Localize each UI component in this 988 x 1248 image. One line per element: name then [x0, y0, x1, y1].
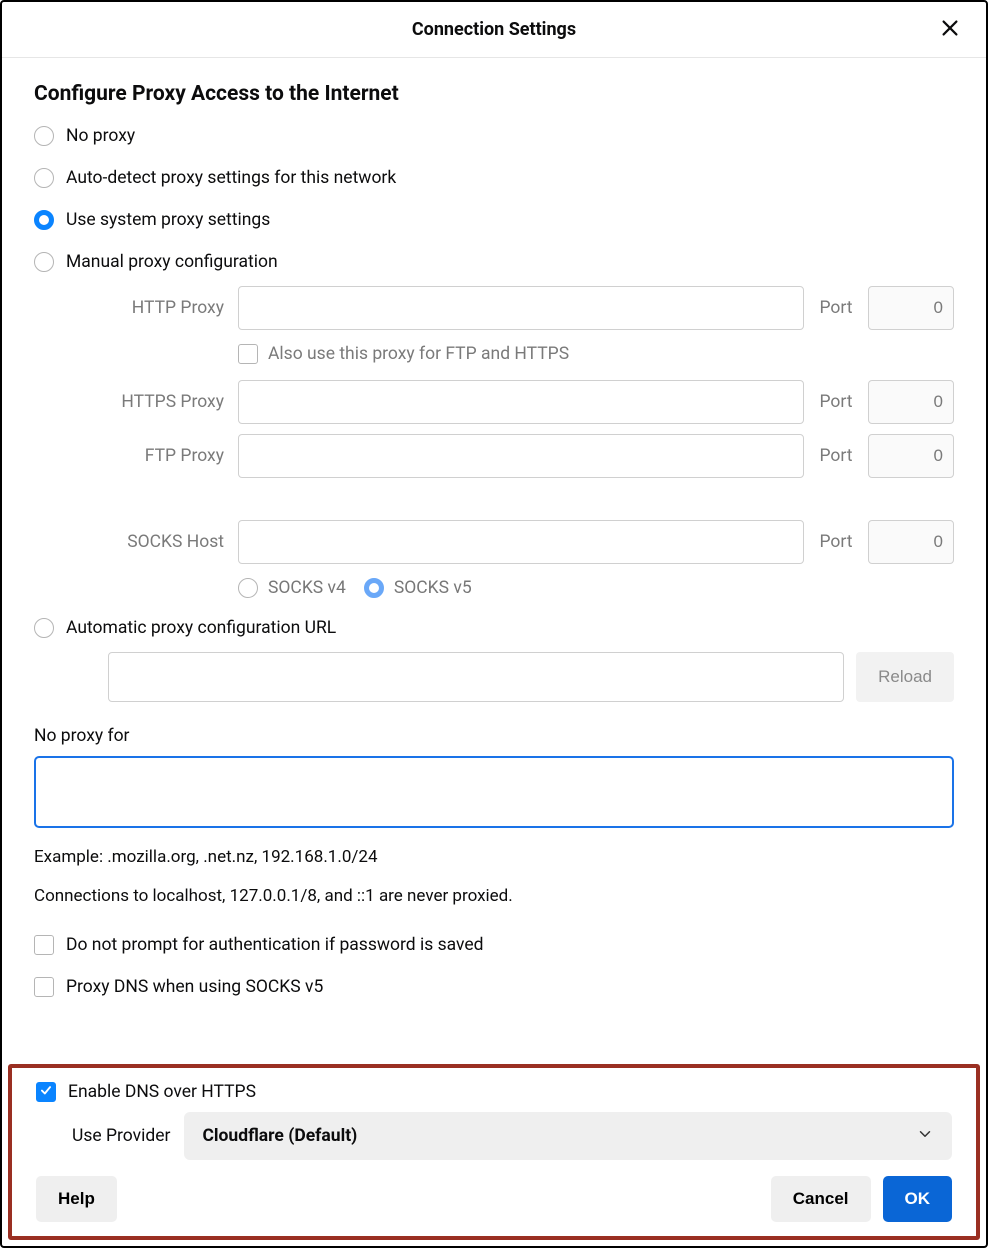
http-proxy-label: HTTP Proxy [70, 298, 230, 318]
auto-config-url-input[interactable] [108, 652, 844, 702]
https-port-label: Port [812, 392, 860, 412]
socks-port-label: Port [812, 532, 860, 552]
section-heading: Configure Proxy Access to the Internet [34, 82, 954, 106]
radio-no-proxy-row[interactable]: No proxy [34, 126, 954, 146]
proxy-dns-socks5-checkbox[interactable] [34, 977, 54, 997]
share-proxy-label: Also use this proxy for FTP and HTTPS [268, 344, 569, 364]
radio-socks-v4-label: SOCKS v4 [268, 578, 346, 598]
radio-socks-v5-label: SOCKS v5 [394, 578, 472, 598]
radio-auto-url[interactable] [34, 618, 54, 638]
auto-config-url-row: Reload [108, 652, 954, 702]
ftp-port-label: Port [812, 446, 860, 466]
help-button[interactable]: Help [36, 1176, 117, 1222]
radio-socks-v5-row[interactable]: SOCKS v5 [364, 578, 472, 598]
radio-manual[interactable] [34, 252, 54, 272]
highlighted-footer: Enable DNS over HTTPS Use Provider Cloud… [8, 1064, 980, 1240]
doh-provider-value: Cloudflare (Default) [202, 1126, 357, 1146]
dialog-content: Configure Proxy Access to the Internet N… [2, 58, 986, 997]
radio-socks-v4[interactable] [238, 578, 258, 598]
radio-no-proxy-label: No proxy [66, 126, 135, 146]
proxy-dns-socks5-label: Proxy DNS when using SOCKS v5 [66, 977, 323, 997]
socks-port-input[interactable] [868, 520, 954, 564]
https-port-input[interactable] [868, 380, 954, 424]
ftp-proxy-row: FTP Proxy Port [70, 434, 954, 478]
radio-no-proxy[interactable] [34, 126, 54, 146]
radio-manual-label: Manual proxy configuration [66, 252, 278, 272]
doh-provider-label: Use Provider [72, 1126, 170, 1146]
close-button[interactable] [934, 14, 966, 46]
ftp-proxy-label: FTP Proxy [70, 446, 230, 466]
radio-auto-detect[interactable] [34, 168, 54, 188]
http-port-label: Port [812, 298, 860, 318]
socks-version-group: SOCKS v4 SOCKS v5 [238, 578, 954, 598]
share-proxy-checkbox[interactable] [238, 344, 258, 364]
radio-system-row[interactable]: Use system proxy settings [34, 210, 954, 230]
radio-system-label: Use system proxy settings [66, 210, 270, 230]
dialog-title: Connection Settings [412, 19, 576, 40]
close-icon [939, 17, 961, 44]
no-prompt-auth-checkbox[interactable] [34, 935, 54, 955]
https-proxy-label: HTTPS Proxy [70, 392, 230, 412]
ftp-proxy-input[interactable] [238, 434, 804, 478]
enable-doh-row[interactable]: Enable DNS over HTTPS [36, 1082, 952, 1102]
https-proxy-row: HTTPS Proxy Port [70, 380, 954, 424]
radio-auto-detect-row[interactable]: Auto-detect proxy settings for this netw… [34, 168, 954, 188]
no-prompt-auth-label: Do not prompt for authentication if pass… [66, 935, 484, 955]
no-proxy-for-input[interactable] [34, 756, 954, 828]
socks-host-input[interactable] [238, 520, 804, 564]
no-proxy-note: Connections to localhost, 127.0.0.1/8, a… [34, 882, 954, 911]
radio-socks-v5[interactable] [364, 578, 384, 598]
cancel-button[interactable]: Cancel [771, 1176, 871, 1222]
http-proxy-input[interactable] [238, 286, 804, 330]
manual-proxy-form: HTTP Proxy Port [70, 286, 954, 330]
http-port-input[interactable] [868, 286, 954, 330]
dialog-titlebar: Connection Settings [2, 2, 986, 58]
https-proxy-input[interactable] [238, 380, 804, 424]
radio-manual-row[interactable]: Manual proxy configuration [34, 252, 954, 272]
reload-button[interactable]: Reload [856, 652, 954, 702]
checkmark-icon [39, 1082, 53, 1102]
radio-system[interactable] [34, 210, 54, 230]
share-proxy-row[interactable]: Also use this proxy for FTP and HTTPS [238, 344, 954, 364]
socks-host-label: SOCKS Host [70, 532, 230, 552]
socks-host-row: SOCKS Host Port [70, 520, 954, 564]
radio-auto-url-label: Automatic proxy configuration URL [66, 618, 336, 638]
extra-options: Do not prompt for authentication if pass… [34, 935, 954, 997]
ok-button[interactable]: OK [883, 1176, 953, 1222]
ftp-port-input[interactable] [868, 434, 954, 478]
enable-doh-checkbox[interactable] [36, 1082, 56, 1102]
no-proxy-example: Example: .mozilla.org, .net.nz, 192.168.… [34, 843, 954, 872]
connection-settings-dialog: Connection Settings Configure Proxy Acce… [0, 0, 988, 1248]
radio-auto-detect-label: Auto-detect proxy settings for this netw… [66, 168, 396, 188]
no-proxy-for-label: No proxy for [34, 726, 954, 746]
radio-auto-url-row[interactable]: Automatic proxy configuration URL [34, 618, 954, 638]
dialog-buttons: Help Cancel OK [36, 1176, 952, 1222]
no-prompt-auth-row[interactable]: Do not prompt for authentication if pass… [34, 935, 954, 955]
proxy-dns-socks5-row[interactable]: Proxy DNS when using SOCKS v5 [34, 977, 954, 997]
radio-socks-v4-row[interactable]: SOCKS v4 [238, 578, 346, 598]
doh-provider-select[interactable]: Cloudflare (Default) [184, 1112, 952, 1160]
chevron-down-icon [916, 1125, 934, 1148]
enable-doh-label: Enable DNS over HTTPS [68, 1082, 256, 1102]
doh-provider-row: Use Provider Cloudflare (Default) [72, 1112, 952, 1160]
